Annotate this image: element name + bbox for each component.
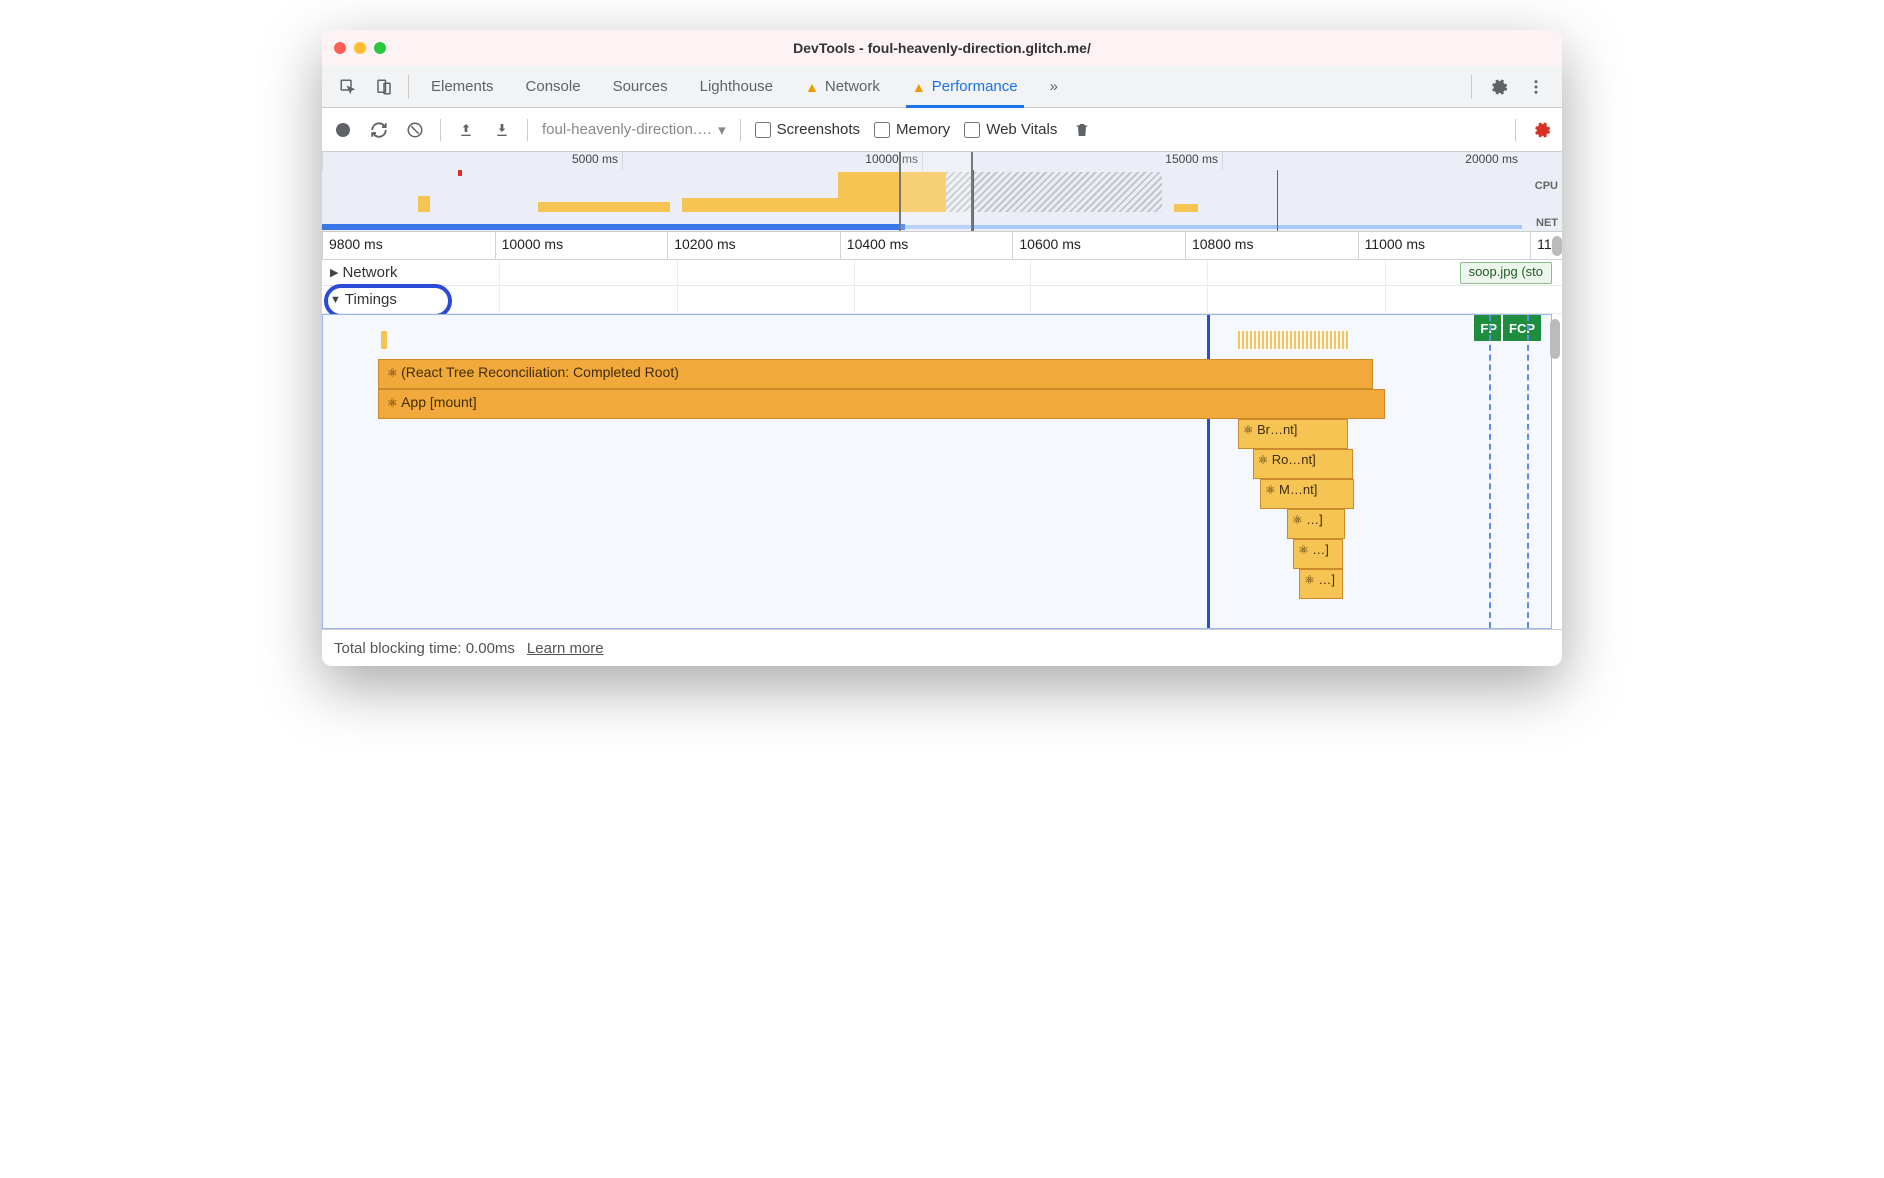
ruler-tick: 9800 ms [322,232,495,259]
inspect-icon[interactable] [336,75,360,99]
tab-bar: Elements Console Sources Lighthouse ▲ Net… [322,66,1562,108]
zoom-icon[interactable] [374,42,386,54]
summary-footer: Total blocking time: 0.00ms Learn more [322,630,1562,666]
fp-marker[interactable]: FP [1472,315,1503,341]
tab-performance[interactable]: ▲ Performance [896,66,1034,108]
tabs-overflow[interactable]: » [1034,66,1074,108]
tab-network[interactable]: ▲ Network [789,66,896,108]
chevron-right-icon: ▶ [330,266,338,279]
chevron-down-icon: ▾ [718,121,726,139]
ruler-tick: 10000 ms [495,232,668,259]
chevron-down-icon: ▼ [330,294,341,306]
tick: 5000 ms [322,152,622,170]
capture-settings-gear-icon[interactable] [1530,119,1552,141]
ruler-tick: 10600 ms [1012,232,1185,259]
ruler-tick: 10200 ms [667,232,840,259]
reload-icon[interactable] [368,119,390,141]
close-icon[interactable] [334,42,346,54]
time-ruler[interactable]: 9800 ms 10000 ms 10200 ms 10400 ms 10600… [322,232,1562,260]
flame-bar[interactable]: Ro…nt] [1253,449,1353,479]
separator [1515,119,1516,141]
timing-bar[interactable] [381,331,387,349]
settings-gear-icon[interactable] [1486,75,1510,99]
overview-selection[interactable] [899,152,973,231]
network-track-header[interactable]: ▶ Network soop.jpg (sto [322,260,1562,286]
clear-icon[interactable] [404,119,426,141]
web-vitals-checkbox[interactable]: Web Vitals [964,121,1057,138]
tick: 20000 ms [1222,152,1522,170]
separator [440,119,441,141]
network-request-bar[interactable]: soop.jpg (sto [1460,262,1552,284]
overview-timeline[interactable]: 5000 ms 10000 ms 15000 ms 20000 ms CPU N… [322,152,1562,232]
tab-sources[interactable]: Sources [597,66,684,108]
timings-track-body[interactable]: FP FCP (React Tree Reconciliation: Compl… [322,314,1552,629]
fp-guideline [1489,315,1491,628]
timings-track-header[interactable]: ▼ Timings [322,286,1562,314]
net-label: NET [1536,217,1558,229]
scrollbar-thumb[interactable] [1550,319,1560,359]
overview-net-bar2 [905,225,1522,229]
flame-bar[interactable]: …] [1299,569,1343,599]
memory-label: Memory [896,121,950,138]
flame-bar[interactable]: …] [1293,539,1343,569]
separator [408,75,409,99]
device-toggle-icon[interactable] [372,75,396,99]
kebab-menu-icon[interactable] [1524,75,1548,99]
fcp-guideline [1527,315,1529,628]
screenshots-label: Screenshots [777,121,860,138]
flame-bar[interactable]: …] [1287,509,1345,539]
recording-selector-label: foul-heavenly-direction.… [542,121,712,138]
ruler-tick: 10400 ms [840,232,1013,259]
overview-net-bar [322,224,905,230]
record-icon[interactable] [332,119,354,141]
recording-selector[interactable]: foul-heavenly-direction.… ▾ [542,121,726,139]
tick: 10000 ms [622,152,922,170]
flame-bar[interactable]: Br…nt] [1238,419,1348,449]
ruler-tick: 10800 ms [1185,232,1358,259]
tab-console[interactable]: Console [510,66,597,108]
memory-checkbox[interactable]: Memory [874,121,950,138]
upload-icon[interactable] [455,119,477,141]
perf-toolbar: foul-heavenly-direction.… ▾ Screenshots M… [322,108,1562,152]
cpu-label: CPU [1535,180,1558,192]
titlebar: DevTools - foul-heavenly-direction.glitc… [322,30,1562,66]
separator [740,119,741,141]
separator [527,119,528,141]
devtools-window: DevTools - foul-heavenly-direction.glitc… [322,30,1562,666]
scrollbar-thumb[interactable] [1552,236,1562,256]
flame-bar[interactable]: (React Tree Reconciliation: Completed Ro… [378,359,1373,389]
trash-icon[interactable] [1071,119,1093,141]
tab-elements[interactable]: Elements [415,66,510,108]
timings-label: Timings [345,291,397,308]
flame-bar[interactable]: App [mount] [378,389,1385,419]
minimize-icon[interactable] [354,42,366,54]
tab-network-label: Network [825,78,880,95]
download-icon[interactable] [491,119,513,141]
separator [1471,75,1472,99]
warning-icon: ▲ [805,79,819,95]
screenshots-checkbox[interactable]: Screenshots [755,121,860,138]
total-blocking-time: Total blocking time: 0.00ms [334,640,515,657]
tab-performance-label: Performance [932,78,1018,95]
flame-chart[interactable]: ▶ Network soop.jpg (sto ▼ Timings FP FCP… [322,260,1562,630]
flame-bar[interactable]: M…nt] [1260,479,1354,509]
fcp-marker[interactable]: FCP [1501,315,1541,341]
window-title: DevTools - foul-heavenly-direction.glitc… [793,40,1091,56]
ruler-tick: 11000 ms [1358,232,1531,259]
tab-lighthouse[interactable]: Lighthouse [684,66,789,108]
timing-bar[interactable] [1238,331,1348,349]
warning-icon: ▲ [912,79,926,95]
network-label: Network [342,264,397,281]
learn-more-link[interactable]: Learn more [527,640,604,657]
web-vitals-label: Web Vitals [986,121,1057,138]
traffic-lights [334,42,386,54]
